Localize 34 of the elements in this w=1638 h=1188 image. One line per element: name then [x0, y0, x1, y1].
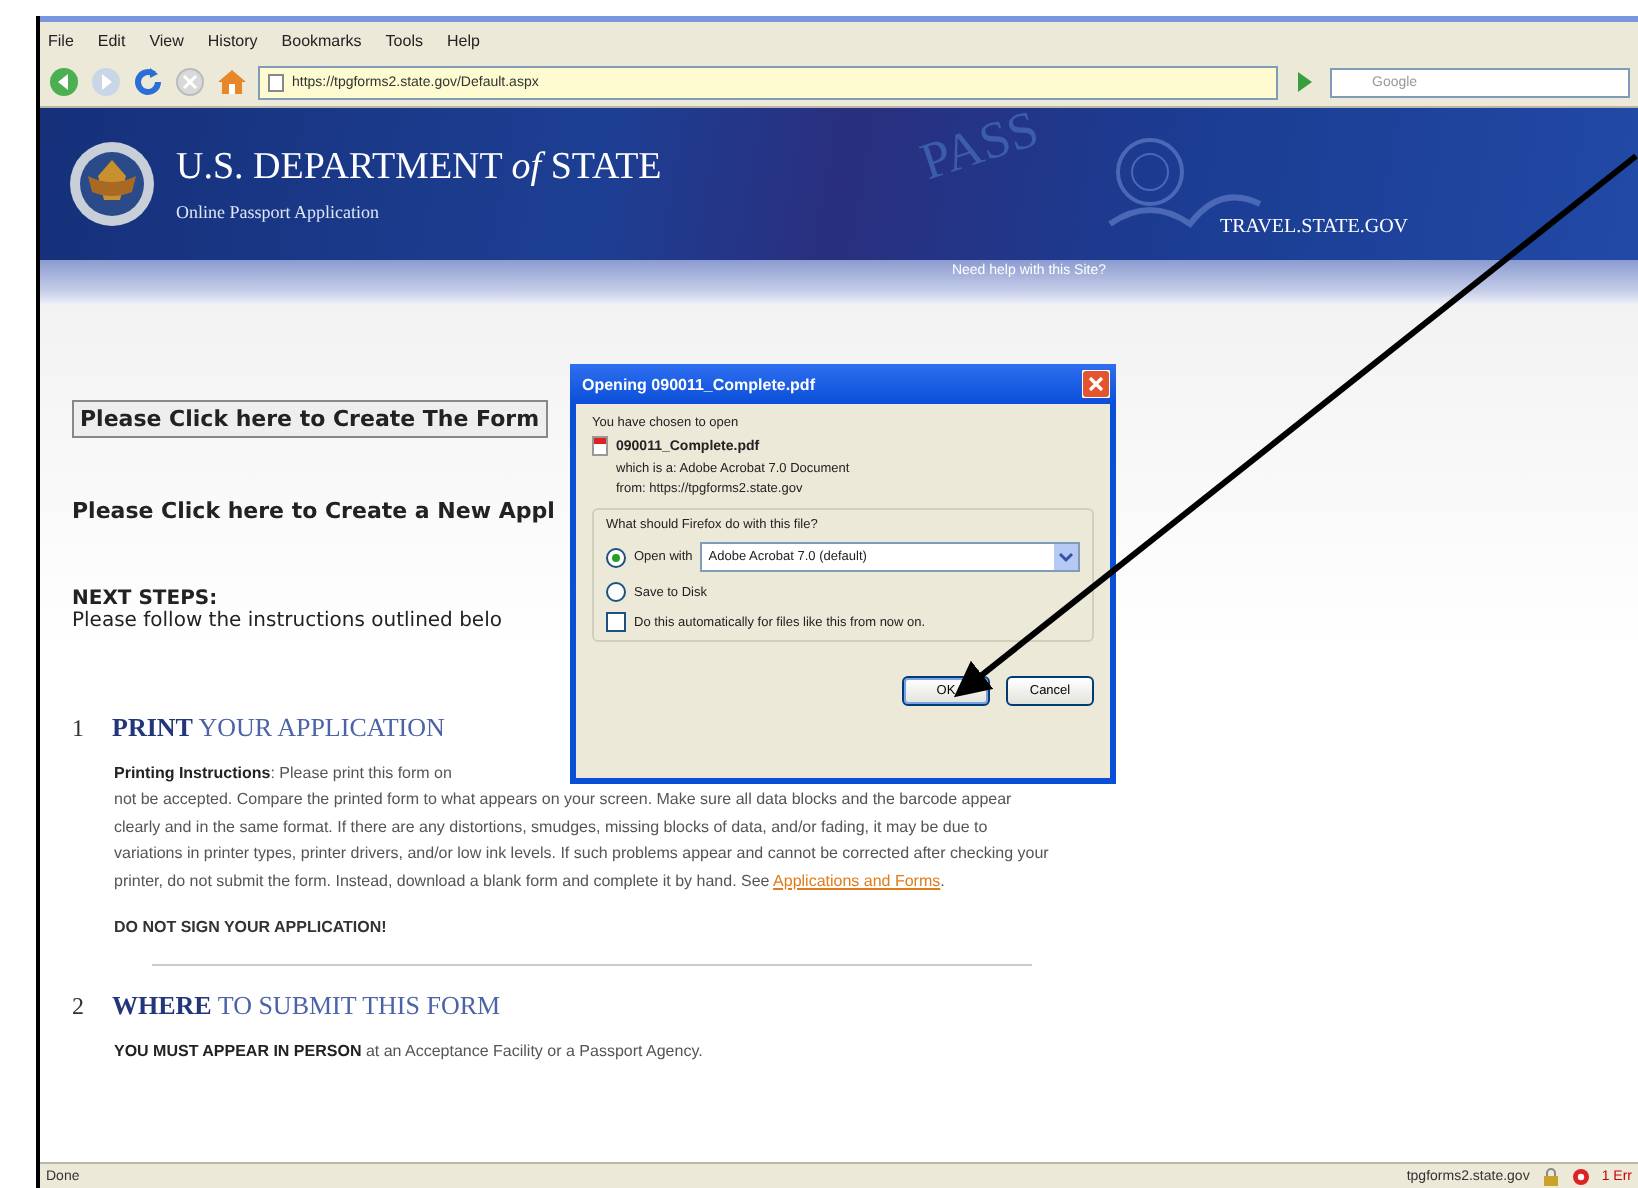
warning-text: DO NOT SIGN YOUR APPLICATION! — [114, 918, 387, 936]
lock-icon — [1541, 1167, 1560, 1185]
section-number: 1 — [72, 714, 84, 744]
menu-item[interactable]: Tools — [385, 31, 423, 49]
menu-item[interactable]: History — [207, 31, 258, 49]
department-title: U.S. DEPARTMENT of STATE — [176, 146, 662, 190]
subtitle: Online Passport Application — [176, 202, 381, 222]
next-steps-text: Please follow the instructions outlined belo — [72, 610, 502, 632]
instruction-text: Printing Instructions: Please print this form on — [114, 762, 452, 786]
section-title: PRINT YOUR APPLICATION — [112, 712, 445, 744]
checkbox[interactable] — [606, 612, 626, 632]
back-icon[interactable] — [48, 66, 80, 98]
radio-button[interactable] — [606, 547, 626, 567]
instructions-paragraph: not be accepted. Compare the printed form to what appears on your screen. Make sure all data blocks and the barcode appear clearly and in the same format. If there are any distortions, smudges, missing blocks of data, and/or fading, it may be due to variations in printer types, printer drivers, and/or low ink levels. If such problems appear and cannot be corrected after checking your printer, do not submit the form. Instead, download a blank form and complete it by hand. See Applications and Forms. — [114, 788, 1051, 894]
section-title: WHERE TO SUBMIT THIS FORM — [112, 990, 501, 1022]
menu-item[interactable]: View — [149, 31, 184, 49]
section-number: 2 — [72, 992, 84, 1022]
new-application-link[interactable]: Please Click here to Create a New Appl — [72, 498, 555, 524]
close-icon[interactable] — [1082, 370, 1110, 398]
radio-button[interactable] — [606, 582, 626, 602]
menu-item[interactable]: Edit — [97, 31, 126, 49]
pdf-file-icon — [592, 436, 608, 456]
menu-item[interactable]: File — [48, 31, 74, 49]
next-steps-title: NEXT STEPS: — [72, 588, 218, 610]
seal-icon — [68, 140, 156, 228]
reload-icon[interactable] — [132, 66, 164, 98]
instruction-text: YOU MUST APPEAR IN PERSON at an Acceptance Facility or a Passport Agency. — [114, 1040, 703, 1064]
site-link[interactable]: TRAVEL.STATE.GOV — [1220, 216, 1409, 238]
home-icon[interactable] — [216, 66, 248, 98]
create-form-button[interactable]: Please Click here to Create The Form — [72, 400, 548, 438]
error-icon[interactable] — [1571, 1167, 1590, 1185]
menu-item[interactable]: Bookmarks — [281, 31, 362, 49]
menu-item[interactable]: Help — [446, 31, 480, 49]
dialog-title: Opening 090011_Complete.pdf — [582, 375, 815, 393]
